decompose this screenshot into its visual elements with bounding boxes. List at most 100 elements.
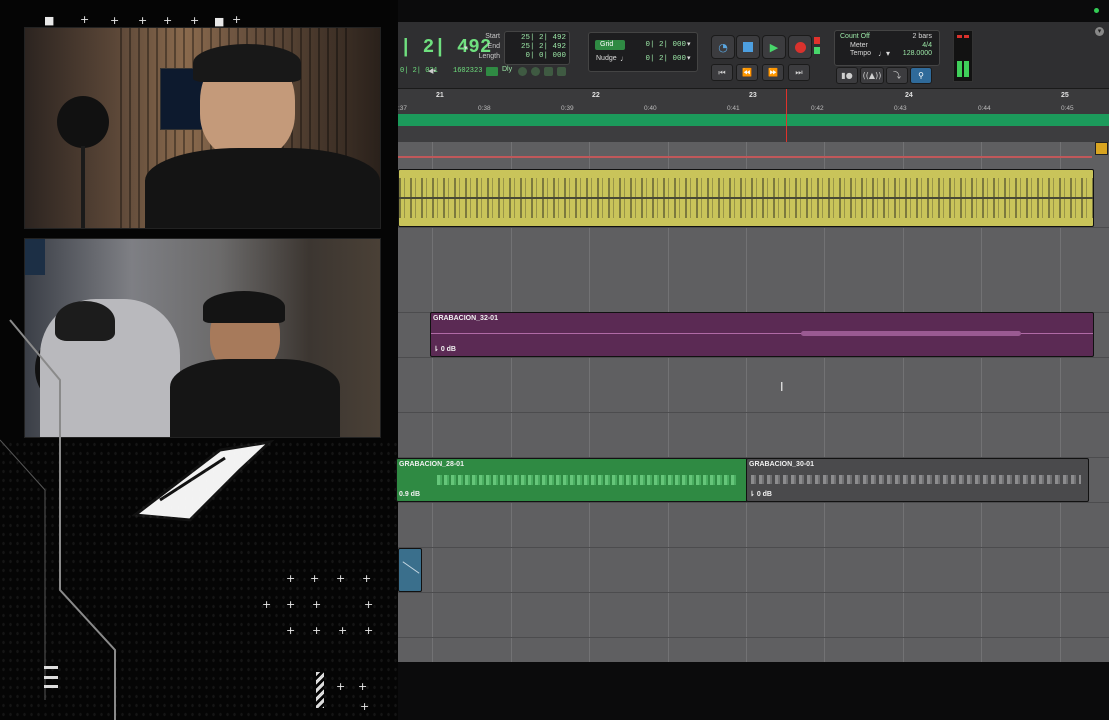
tempo-value[interactable]: 128.0000 — [892, 50, 932, 57]
conductor-icon[interactable]: ⤵ — [886, 67, 908, 84]
grid-label[interactable]: Grid — [600, 41, 613, 48]
toggle-square-icon[interactable] — [544, 67, 553, 76]
length-value[interactable]: 0| 0| 000 — [506, 52, 566, 60]
speaker-icon: ◀• — [428, 68, 436, 75]
record-icon[interactable] — [788, 35, 812, 59]
time-label: 0:41 — [727, 105, 740, 112]
count-off-toggle[interactable]: Count Off — [840, 33, 870, 40]
deco-plus: + — [362, 572, 372, 585]
time-label: 0:44 — [978, 105, 991, 112]
stop-icon[interactable] — [736, 35, 760, 59]
time-label: 0:38 — [478, 105, 491, 112]
deco-plus: + — [286, 572, 296, 585]
deco-plus: + — [360, 700, 370, 713]
toggle-square-icon[interactable] — [557, 67, 566, 76]
time-label: :37 — [398, 105, 408, 112]
audio-clip-yellow[interactable] — [398, 169, 1094, 227]
meter-value[interactable]: 4/4 — [896, 42, 932, 49]
gain-icon: ⇂ — [433, 346, 441, 353]
deco-plus: + — [364, 598, 374, 611]
bar-number: 23 — [749, 92, 757, 99]
audio-clip-small[interactable] — [398, 548, 422, 592]
chevron-down-icon[interactable]: ▾ — [687, 54, 691, 62]
person-cap — [203, 291, 285, 323]
clip-name: GRABACION_32-01 — [433, 315, 498, 322]
transport-toolbar: | 2| 492 ▾ 0| 2| 031 ◀• 1602323 Dly Star… — [398, 22, 1109, 89]
deco-plus: + — [286, 624, 296, 637]
start-value[interactable]: 25| 2| 492 — [506, 34, 566, 42]
track-zoom-icon[interactable] — [1095, 142, 1108, 155]
return-to-zero-icon[interactable]: ⏮ — [711, 64, 733, 81]
automation-line[interactable] — [398, 156, 1092, 158]
status-dot — [1094, 8, 1099, 13]
options-chevron-icon[interactable]: ▾ — [1095, 27, 1104, 36]
person-shirt — [145, 148, 380, 228]
nudge-label[interactable]: Nudge — [596, 55, 617, 62]
end-label: End — [487, 43, 500, 50]
fast-forward-icon[interactable]: ⏩ — [762, 64, 784, 81]
bar-number: 25 — [1061, 92, 1069, 99]
go-to-end-icon[interactable]: ⏭ — [788, 64, 810, 81]
grid-nudge-box — [588, 32, 698, 72]
chevron-down-icon[interactable]: ▾ — [464, 44, 468, 52]
clip-gain: ⇂ 0 dB — [433, 346, 456, 353]
start-label: Start — [485, 33, 500, 40]
clip-gain: ⇂ 0 dB — [749, 491, 772, 498]
time-label: 0:45 — [1061, 105, 1074, 112]
grid-value[interactable]: 0| 2| 000 — [642, 41, 686, 49]
audio-clip-grabacion-28[interactable]: GRABACION_28-01 0.9 dB — [396, 458, 748, 502]
audio-clip-grabacion-32[interactable]: GRABACION_32-01 ⇂ 0 dB — [430, 312, 1094, 357]
selection-range-bar[interactable] — [398, 114, 1109, 126]
nudge-value[interactable]: 0| 2| 000 — [642, 55, 686, 63]
tempo-label: Tempo — [850, 50, 872, 57]
deco-plus: + — [358, 680, 368, 693]
length-label: Length — [478, 53, 500, 60]
deco-plus: + — [312, 624, 322, 637]
chevron-down-icon[interactable]: ▾ — [687, 40, 691, 48]
deco-plus: + — [163, 14, 173, 27]
clip-name: GRABACION_30-01 — [749, 461, 814, 468]
link-icon[interactable]: ⚲ — [910, 67, 932, 84]
microphone-pop-filter — [57, 96, 109, 148]
cursor-ibeam-icon: Ⅰ — [780, 380, 784, 394]
stream-overlay: ■ + + + + + ■ + + + + + + + + + + + + + — [0, 0, 398, 720]
record-indicator — [814, 37, 820, 44]
toggle-dot-icon[interactable] — [531, 67, 540, 76]
time-label: 0:43 — [894, 105, 907, 112]
deco-plus: + — [364, 624, 374, 637]
menu-icon — [44, 666, 58, 688]
deco-square: ■ — [44, 14, 55, 27]
deco-plus: + — [190, 14, 200, 27]
click-icon[interactable]: ((▲)) — [860, 67, 884, 84]
mic-stand — [81, 146, 85, 228]
audio-clip-grabacion-30[interactable]: GRABACION_30-01 ⇂ 0 dB — [746, 458, 1089, 502]
end-value[interactable]: 25| 2| 492 — [506, 43, 566, 51]
bar-number: 24 — [905, 92, 913, 99]
rewind-icon[interactable]: ⏪ — [736, 64, 758, 81]
webcam-top — [24, 27, 381, 229]
count-bars-value: 2 bars — [912, 33, 932, 40]
daw-edit-window: | 2| 492 ▾ 0| 2| 031 ◀• 1602323 Dly Star… — [396, 22, 1109, 662]
play-icon[interactable]: ▶ — [762, 35, 786, 59]
frame-lines — [0, 319, 116, 720]
delay-label[interactable]: Dly — [502, 66, 512, 73]
bar-number: 22 — [592, 92, 600, 99]
deco-plus: + — [262, 598, 272, 611]
deco-plus: + — [336, 572, 346, 585]
time-label: 0:39 — [561, 105, 574, 112]
marker-ruler[interactable] — [398, 126, 1109, 143]
meter-label: Meter — [850, 42, 868, 49]
waveform-toggle-icon[interactable] — [486, 67, 498, 76]
level-meter — [953, 30, 973, 82]
tracks-area[interactable]: GRABACION_32-01 ⇂ 0 dB GRABACION_28-01 0… — [396, 142, 1109, 662]
deco-plus: + — [310, 572, 320, 585]
metronome-icon[interactable]: ▮● — [836, 67, 858, 84]
deco-plus: + — [312, 598, 322, 611]
hazard-stripe — [316, 672, 324, 708]
deco-plus: + — [336, 680, 346, 693]
deco-plus: + — [286, 598, 296, 611]
person-shirt — [170, 359, 340, 437]
toggle-dot-icon[interactable] — [518, 67, 527, 76]
deco-plus: + — [232, 13, 242, 26]
loop-icon[interactable]: ◔ — [711, 35, 735, 59]
